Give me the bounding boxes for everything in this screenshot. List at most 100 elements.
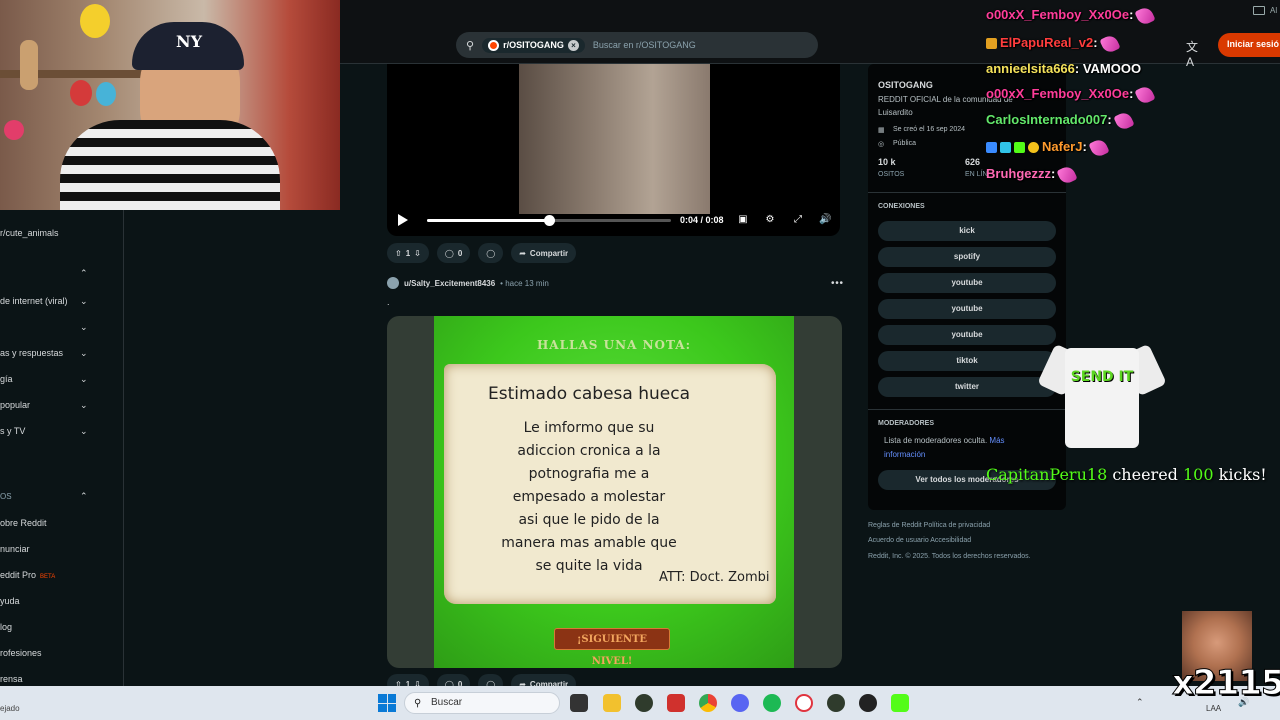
- post-time: • hace 13 min: [500, 278, 549, 288]
- sidebar-item[interactable]: popular: [0, 400, 30, 416]
- clear-chip-icon[interactable]: ×: [567, 39, 579, 51]
- footer-links[interactable]: Acuerdo de usuario Accesibilidad: [868, 537, 971, 544]
- connection-spotify[interactable]: spotify: [878, 247, 1056, 267]
- footer-links[interactable]: Reglas de Reddit Política de privacidad: [868, 522, 990, 529]
- settings-gear-icon[interactable]: ⚙: [764, 214, 776, 226]
- sidebar-item-advertise[interactable]: nunciar: [0, 544, 30, 560]
- video-scrubber-handle[interactable]: [544, 215, 555, 226]
- share-button[interactable]: ➦ Compartir: [511, 243, 577, 263]
- translate-icon[interactable]: 文A: [1186, 38, 1202, 69]
- sidebar-item[interactable]: r/cute_animals: [0, 228, 59, 244]
- sidebar-item[interactable]: s y TV: [0, 426, 25, 442]
- emote-icon: [1088, 136, 1110, 159]
- post-username[interactable]: u/Salty_Excitement8436: [404, 279, 495, 288]
- emote-icon: [1134, 4, 1157, 27]
- captions-icon[interactable]: ▣: [737, 214, 749, 226]
- note-heading: HALLAS UNA NOTA:: [536, 338, 692, 352]
- chevron-down-icon[interactable]: ⌄: [80, 426, 90, 436]
- connection-youtube[interactable]: youtube: [878, 299, 1056, 319]
- obs-icon[interactable]: [859, 694, 877, 712]
- webcam-overlay: NY: [0, 0, 340, 210]
- community-search-chip[interactable]: r/OSITOGANG ×: [482, 37, 585, 53]
- language-indicator[interactable]: LAA: [1206, 704, 1221, 713]
- weather-widget[interactable]: ejado: [0, 704, 20, 713]
- windows-taskbar: ejado ⚲ Buscar ⌃ 🔊 LAA: [0, 686, 1280, 720]
- ny-logo: NY: [176, 32, 203, 51]
- sidebar-item-about[interactable]: obre Reddit: [0, 518, 47, 534]
- chevron-down-icon[interactable]: ⌄: [80, 296, 90, 306]
- chevron-up-icon[interactable]: ⌃: [80, 268, 90, 278]
- upvote-icon[interactable]: ⇧: [395, 249, 402, 258]
- chat-text: : VAMOOO: [1074, 61, 1142, 76]
- taskbar-search-placeholder: Buscar: [431, 697, 463, 708]
- chat-username: CarlosInternado007: [986, 112, 1108, 127]
- chevron-down-icon[interactable]: ⌄: [80, 348, 90, 358]
- file-explorer-icon[interactable]: [603, 694, 621, 712]
- community-info-panel: OSITOGANG REDDIT OFICIAL de la comunidad…: [868, 64, 1066, 510]
- award-button[interactable]: ◯: [478, 243, 504, 263]
- chevron-up-icon[interactable]: ⌃: [1136, 697, 1144, 708]
- volume-icon[interactable]: 🔊: [819, 214, 831, 226]
- more-options-icon[interactable]: • • •: [831, 278, 843, 289]
- chevron-up-icon[interactable]: ⌃: [80, 491, 90, 501]
- chat-username: NaferJ: [1042, 139, 1083, 154]
- connection-twitter[interactable]: twitter: [878, 377, 1056, 397]
- connection-youtube[interactable]: youtube: [878, 273, 1056, 293]
- comment-count: 0: [457, 248, 463, 258]
- cheer-username: CapitanPeru18: [986, 465, 1108, 484]
- cheer-alert: CapitanPeru18 cheered 100 kicks!: [986, 465, 1267, 484]
- fullscreen-icon[interactable]: ⤢: [792, 214, 804, 226]
- chat-message: o00xX_Femboy_Xx0Oe:: [986, 83, 1157, 106]
- opera-icon[interactable]: [795, 694, 813, 712]
- chevron-down-icon[interactable]: ⌄: [80, 322, 90, 332]
- sidebar-item-reddit-pro[interactable]: eddit Pro BETA: [0, 570, 55, 586]
- chevron-down-icon[interactable]: ⌄: [80, 374, 90, 384]
- kick-icon[interactable]: [891, 694, 909, 712]
- comments-button[interactable]: ◯ 0: [436, 243, 471, 263]
- sidebar-item-careers[interactable]: rofesiones: [0, 648, 42, 664]
- share-icon: ➦: [519, 248, 526, 258]
- badge-icon: [1028, 142, 1039, 154]
- badge-icon: [1014, 142, 1025, 154]
- folder-icon[interactable]: [1253, 6, 1265, 15]
- app-icon[interactable]: [635, 694, 653, 712]
- login-button[interactable]: Iniciar sesió: [1218, 33, 1280, 57]
- next-level-button: ¡SIGUIENTE NIVEL!: [554, 628, 670, 667]
- chevron-down-icon[interactable]: ⌄: [80, 400, 90, 410]
- search-placeholder[interactable]: Buscar en r/OSITOGANG: [593, 40, 696, 50]
- chat-message: CarlosInternado007:: [986, 109, 1135, 132]
- search-bar[interactable]: ⚲ r/OSITOGANG × Buscar en r/OSITOGANG: [456, 32, 818, 58]
- left-sidebar: r/cute_animals ⌃ de internet (viral) ⌄ ⌄…: [0, 210, 124, 686]
- connection-tiktok[interactable]: tiktok: [878, 351, 1056, 371]
- online-label: EN LÍN: [965, 171, 988, 178]
- note-line: empesado a molestar: [512, 489, 666, 505]
- vote-button[interactable]: ⇧ 1 ⇩: [387, 243, 429, 263]
- chat-message: NaferJ:: [986, 136, 1110, 159]
- note-line: adiccion cronica a la: [517, 443, 661, 459]
- connection-youtube[interactable]: youtube: [878, 325, 1056, 345]
- sidebar-item[interactable]: as y respuestas: [0, 348, 63, 364]
- video-progress-bar[interactable]: [427, 215, 671, 226]
- video-player[interactable]: 0:04 / 0:08 ▣ ⚙ ⤢ 🔊: [387, 64, 840, 236]
- taskbar-search[interactable]: ⚲ Buscar: [404, 692, 560, 714]
- downvote-icon[interactable]: ⇩: [414, 249, 421, 258]
- connection-kick[interactable]: kick: [878, 221, 1056, 241]
- sidebar-item-help[interactable]: yuda: [0, 596, 20, 612]
- spotify-icon[interactable]: [763, 694, 781, 712]
- sidebar-item[interactable]: de internet (viral): [0, 296, 68, 312]
- chrome-icon[interactable]: [699, 694, 717, 712]
- badge-icon: [1000, 142, 1011, 154]
- bookmark-folder-label[interactable]: Al: [1270, 6, 1277, 15]
- sidebar-item[interactable]: gía: [0, 374, 13, 390]
- discord-icon[interactable]: [731, 694, 749, 712]
- note-line: Le imformo que su: [523, 420, 655, 436]
- app-icon[interactable]: [667, 694, 685, 712]
- avatar[interactable]: [387, 277, 399, 289]
- windows-start-icon[interactable]: [378, 694, 396, 712]
- task-view-icon[interactable]: [570, 694, 588, 712]
- app-icon[interactable]: [827, 694, 845, 712]
- play-icon[interactable]: [398, 214, 408, 226]
- award-icon: ◯: [486, 248, 496, 258]
- post-image[interactable]: HALLAS UNA NOTA: Estimado cabesa hueca L…: [387, 316, 842, 668]
- sidebar-item-blog[interactable]: log: [0, 622, 12, 638]
